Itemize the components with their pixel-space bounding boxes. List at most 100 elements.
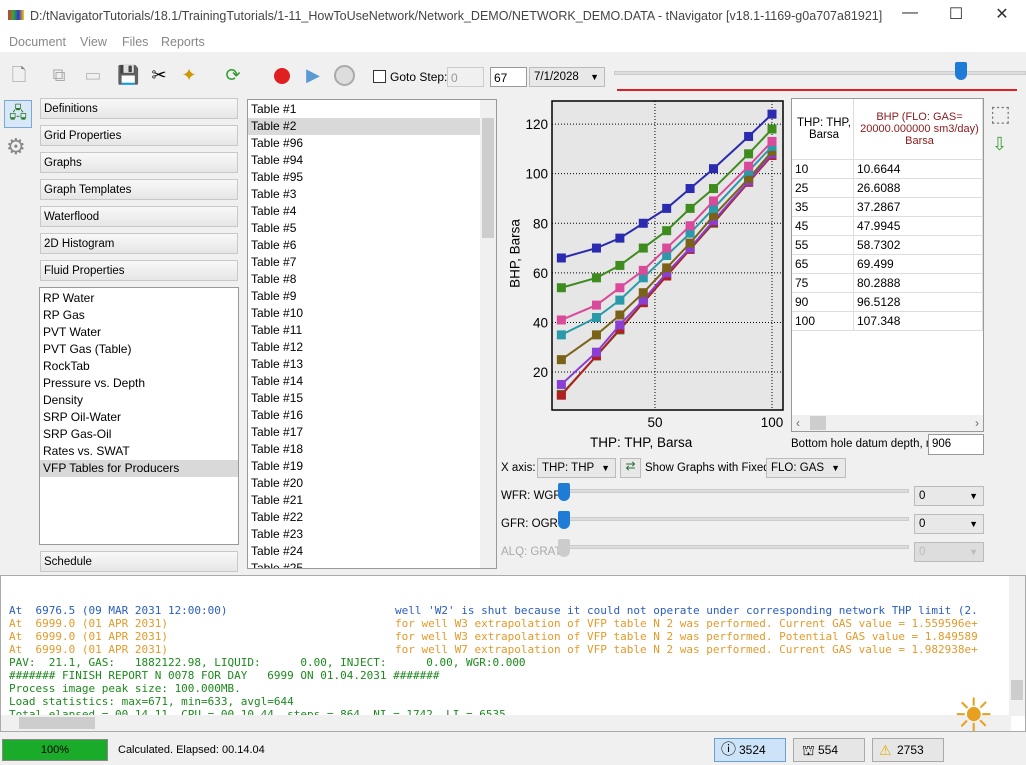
menu-reports[interactable]: Reports xyxy=(161,35,205,49)
table-list-item[interactable]: Table #7 xyxy=(248,254,480,271)
maximize-button[interactable]: ☐ xyxy=(936,4,976,28)
table-list-item[interactable]: Table #10 xyxy=(248,305,480,322)
refresh-icon[interactable]: ⟳ xyxy=(222,64,244,86)
table-list-item[interactable]: Table #18 xyxy=(248,441,480,458)
fluid-properties-list[interactable]: RP Water RP Gas PVT Water PVT Gas (Table) Ro… xyxy=(39,287,239,545)
tree-view-icon[interactable]: 🖧 xyxy=(4,100,32,128)
section-waterflood[interactable]: Waterflood xyxy=(40,206,238,227)
table-list-item[interactable]: Table #3 xyxy=(248,186,480,203)
table-list-item[interactable]: Table #17 xyxy=(248,424,480,441)
fluid-item[interactable]: Pressure vs. Depth xyxy=(40,375,238,392)
fixed-graphs-dropdown[interactable]: FLO: GAS xyxy=(766,458,846,478)
thp-cell[interactable]: 25 xyxy=(792,178,854,198)
table-list-item[interactable]: Table #14 xyxy=(248,373,480,390)
bhp-cell[interactable]: 37.2867 xyxy=(853,197,984,217)
table-list-scrollbar[interactable] xyxy=(480,100,496,568)
fluid-item[interactable]: PVT Water xyxy=(40,324,238,341)
table-h-scroll-thumb[interactable] xyxy=(810,416,826,430)
slider-track[interactable] xyxy=(564,517,909,521)
menu-document[interactable]: Document xyxy=(9,35,66,49)
slider-value-dropdown[interactable]: 0 xyxy=(914,542,984,562)
fluid-item[interactable]: SRP Gas-Oil xyxy=(40,426,238,443)
table-list-item[interactable]: Table #6 xyxy=(248,237,480,254)
table-list-item[interactable]: Table #19 xyxy=(248,458,480,475)
schedule-section[interactable]: Schedule xyxy=(40,551,238,572)
timeline-slider-thumb[interactable] xyxy=(955,62,967,80)
thp-cell[interactable]: 100 xyxy=(792,311,854,331)
thp-cell[interactable]: 10 xyxy=(792,159,854,179)
record-button[interactable] xyxy=(274,68,290,84)
fluid-item[interactable]: Density xyxy=(40,392,238,409)
bhp-cell[interactable]: 96.5128 xyxy=(853,292,984,312)
scroll-right-icon[interactable]: › xyxy=(975,416,979,430)
menu-view[interactable]: View xyxy=(80,35,107,49)
thp-cell[interactable]: 45 xyxy=(792,216,854,236)
log-v-scroll-thumb[interactable] xyxy=(1011,680,1023,700)
warning-messages-button[interactable]: ⚠ 2753 xyxy=(872,738,944,762)
thp-cell[interactable]: 75 xyxy=(792,273,854,293)
section-graph-templates[interactable]: Graph Templates xyxy=(40,179,238,200)
table-list-scroll-thumb[interactable] xyxy=(482,118,494,238)
fluid-item[interactable]: RP Water xyxy=(40,290,238,307)
section-definitions[interactable]: Definitions xyxy=(40,98,238,119)
slider-thumb[interactable] xyxy=(558,483,570,501)
slider-value-dropdown[interactable]: 0 xyxy=(914,514,984,534)
table-list-item[interactable]: Table #2 xyxy=(248,118,480,135)
table-list-item[interactable]: Table #95 xyxy=(248,169,480,186)
table-list-item[interactable]: Table #12 xyxy=(248,339,480,356)
step-spinbox[interactable]: 67 xyxy=(490,67,527,87)
play-button[interactable]: ▶ xyxy=(302,64,324,86)
cut-icon[interactable]: ✂ xyxy=(148,64,170,86)
table-list-item[interactable]: Table #4 xyxy=(248,203,480,220)
minimize-button[interactable]: — xyxy=(890,4,930,28)
goto-step-checkbox[interactable] xyxy=(373,70,386,83)
table-list-item[interactable]: Table #15 xyxy=(248,390,480,407)
table-list-item[interactable]: Table #24 xyxy=(248,543,480,560)
slider-thumb[interactable] xyxy=(558,539,570,557)
thp-cell[interactable]: 65 xyxy=(792,254,854,274)
new-document-icon[interactable]: 🗋 xyxy=(8,64,30,86)
table-list-item[interactable]: Table #1 xyxy=(248,101,480,118)
scroll-left-icon[interactable]: ‹ xyxy=(796,416,800,430)
table-h-scrollbar[interactable]: ‹ › xyxy=(792,415,983,431)
settings-gear-icon[interactable]: ⚙ xyxy=(6,134,26,160)
fluid-item[interactable]: Rates vs. SWAT xyxy=(40,443,238,460)
bhp-cell[interactable]: 10.6644 xyxy=(853,159,984,179)
bhp-cell[interactable]: 47.9945 xyxy=(853,216,984,236)
wizard-icon[interactable]: ✦ xyxy=(178,64,200,86)
info-messages-button[interactable]: ⓘ 3524 xyxy=(714,738,786,762)
bhp-cell[interactable]: 107.348 xyxy=(853,311,984,331)
blank-icon[interactable]: ▭ xyxy=(82,64,104,86)
thp-cell[interactable]: 90 xyxy=(792,292,854,312)
table-list-item[interactable]: Table #8 xyxy=(248,271,480,288)
section-grid-properties[interactable]: Grid Properties xyxy=(40,125,238,146)
slider-track[interactable] xyxy=(564,545,909,549)
slider-track[interactable] xyxy=(564,489,909,493)
close-button[interactable]: ✕ xyxy=(982,4,1022,28)
section-graphs[interactable]: Graphs xyxy=(40,152,238,173)
swap-axes-button[interactable]: ⇄ xyxy=(620,458,641,478)
export-download-icon[interactable]: ⇩ xyxy=(992,134,1007,155)
fluid-item[interactable]: RP Gas xyxy=(40,307,238,324)
table-list[interactable]: Table #1 Table #2 Table #96 Table #94 Table … xyxy=(247,99,497,569)
table-list-item[interactable]: Table #25 xyxy=(248,560,480,568)
section-2d-histogram[interactable]: 2D Histogram xyxy=(40,233,238,254)
goto-step-input[interactable]: 0 xyxy=(447,67,484,87)
table-list-item[interactable]: Table #9 xyxy=(248,288,480,305)
table-list-item[interactable]: Table #21 xyxy=(248,492,480,509)
stop-button[interactable] xyxy=(334,65,355,86)
table-list-item[interactable]: Table #5 xyxy=(248,220,480,237)
log-v-scrollbar[interactable] xyxy=(1009,576,1025,716)
depth-input[interactable]: 906 xyxy=(928,434,984,455)
log-h-scroll-thumb[interactable] xyxy=(19,717,95,729)
log-h-scrollbar[interactable] xyxy=(1,715,1011,731)
table-list-item[interactable]: Table #20 xyxy=(248,475,480,492)
x-axis-dropdown[interactable]: THP: THP xyxy=(537,458,616,478)
3d-box-icon[interactable]: ⬚ xyxy=(990,101,1011,127)
bhp-cell[interactable]: 58.7302 xyxy=(853,235,984,255)
section-fluid-properties[interactable]: Fluid Properties xyxy=(40,260,238,281)
bhp-cell[interactable]: 69.499 xyxy=(853,254,984,274)
fluid-item[interactable]: RockTab xyxy=(40,358,238,375)
table-list-item[interactable]: Table #23 xyxy=(248,526,480,543)
fluid-item[interactable]: PVT Gas (Table) xyxy=(40,341,238,358)
